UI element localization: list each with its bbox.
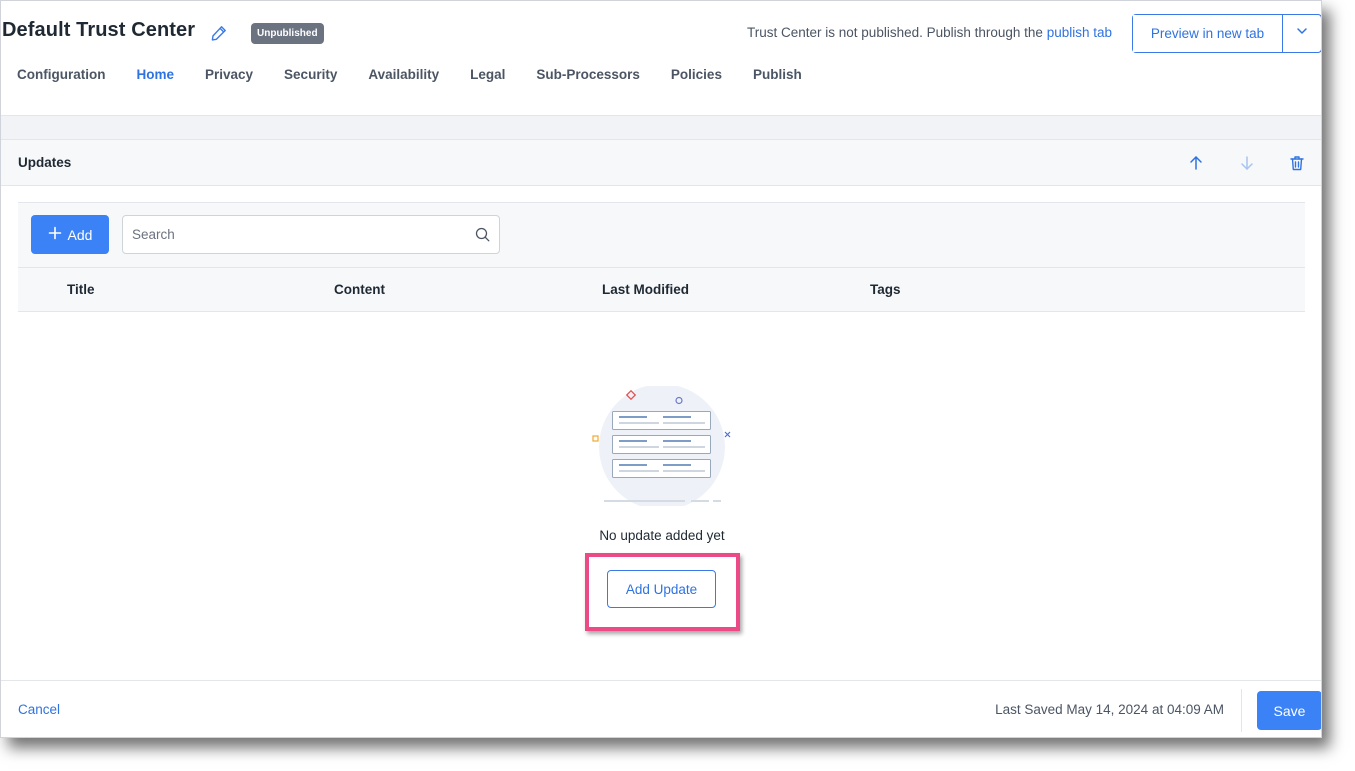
column-header-tags[interactable]: Tags [870,282,901,297]
column-header-content[interactable]: Content [334,282,385,297]
table-header-row: Title Content Last Modified Tags [18,268,1305,312]
publish-tab-link[interactable]: publish tab [1047,25,1112,40]
search-input[interactable] [123,216,463,253]
tab-security[interactable]: Security [284,67,337,82]
add-update-button[interactable]: Add Update [607,570,716,608]
table-toolbar: Add [18,202,1305,268]
updates-section-header: Updates [1,140,1321,186]
plus-icon [48,226,62,243]
page-footer: Cancel Last Saved May 14, 2024 at 04:09 … [1,680,1321,737]
trash-icon[interactable] [1288,154,1306,172]
tab-policies[interactable]: Policies [671,67,722,82]
publish-note-text: Trust Center is not published. Publish t… [747,25,1047,40]
arrow-down-icon[interactable] [1238,154,1256,172]
page-header: Default Trust Center Unpublished Trust C… [1,1,1321,116]
pencil-icon[interactable] [210,24,228,42]
section-title: Updates [18,155,72,170]
tab-configuration[interactable]: Configuration [17,67,105,82]
save-button[interactable]: Save [1257,691,1321,730]
column-header-title[interactable]: Title [67,282,95,297]
footer-divider [1241,689,1242,732]
tab-privacy[interactable]: Privacy [205,67,253,82]
preview-options-dropdown[interactable] [1283,15,1321,52]
trust-center-window: Default Trust Center Unpublished Trust C… [0,0,1322,738]
publish-note: Trust Center is not published. Publish t… [747,25,1112,40]
preview-button-group: Preview in new tab [1132,14,1321,53]
preview-in-new-tab-button[interactable]: Preview in new tab [1133,15,1283,52]
tab-home[interactable]: Home [136,67,174,82]
page-title: Default Trust Center [2,19,196,41]
search-icon[interactable] [475,227,490,242]
tab-availability[interactable]: Availability [368,67,439,82]
status-badge: Unpublished [251,23,324,44]
add-button[interactable]: Add [31,215,109,254]
divider-strip [1,116,1321,140]
search-box [122,215,500,254]
tab-legal[interactable]: Legal [470,67,505,82]
tab-bar: Configuration Home Privacy Security Avai… [17,67,833,82]
cancel-button[interactable]: Cancel [18,702,60,717]
empty-list-illustration [589,384,737,510]
column-header-last-modified[interactable]: Last Modified [602,282,689,297]
empty-state-message: No update added yet [599,528,725,543]
arrow-up-icon[interactable] [1187,154,1205,172]
tab-publish[interactable]: Publish [753,67,802,82]
chevron-down-icon [1295,24,1309,43]
last-saved-text: Last Saved May 14, 2024 at 04:09 AM [995,702,1224,717]
add-button-label: Add [67,226,93,243]
tab-sub-processors[interactable]: Sub-Processors [536,67,640,82]
